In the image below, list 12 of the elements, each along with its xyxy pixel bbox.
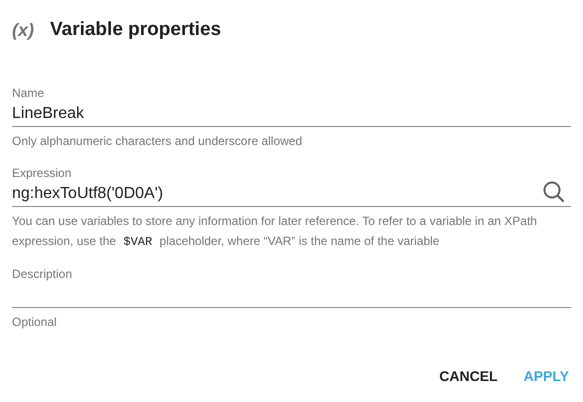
variable-icon: (x) — [12, 20, 34, 40]
field-label: Description — [12, 267, 72, 281]
search-icon[interactable] — [542, 180, 566, 204]
helper-text: Only alphanumeric characters and underscore allowed — [12, 133, 304, 150]
input-field[interactable]: ng:hexToUtf8('0D0A') — [12, 182, 571, 207]
dialog-title: Variable properties — [50, 19, 222, 41]
field-label: Expression — [12, 166, 72, 180]
cancel-button[interactable]: CANCEL — [437, 362, 500, 390]
helper-text: Optional — [12, 314, 58, 331]
helper-text: You can use variables to store any information for later reference. To refer to a variable in an XPath expression, use the $VAR placeholder, where “VAR” is the name of the variable — [12, 213, 538, 251]
field-label: Name — [12, 86, 44, 100]
input-field[interactable]: LineBreak — [12, 102, 571, 127]
